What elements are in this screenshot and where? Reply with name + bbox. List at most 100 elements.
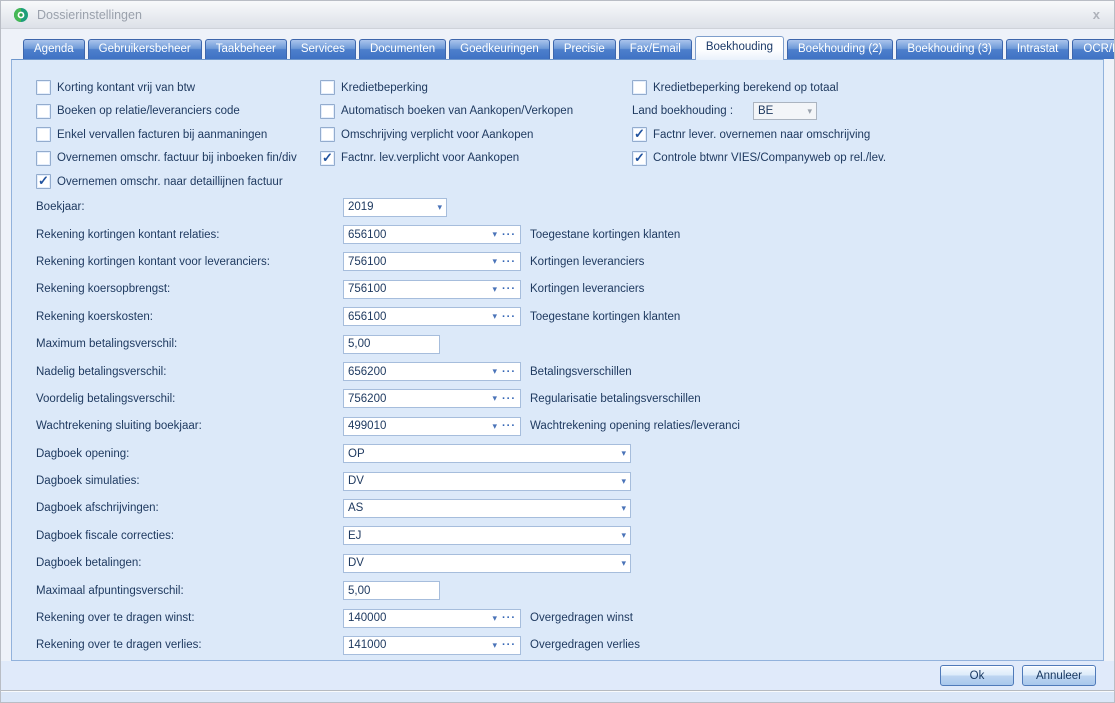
chevron-down-icon: ▾ — [437, 202, 442, 213]
field-label: Boekjaar: — [36, 201, 343, 213]
checkbox-overnemen-omschr-fin-div[interactable] — [36, 151, 51, 166]
checkbox-factnr-lev-verplicht[interactable] — [320, 151, 335, 166]
panel-content: Korting kontant vrij van btw Boeken op r… — [12, 60, 1103, 660]
checkbox-automatisch-boeken[interactable] — [320, 104, 335, 119]
chevron-down-icon: ▾ — [621, 530, 626, 541]
boekjaar-select[interactable]: 2019 ▾ — [343, 198, 447, 217]
dagboek-fiscale-correcties-select[interactable]: EJ ▾ — [343, 526, 631, 545]
dossierinstellingen-dialog: Dossierinstellingen x Agenda Gebruikersb… — [0, 0, 1115, 703]
rekening-koersopbrengst-select[interactable]: 756100 ▾ ··· — [343, 280, 521, 299]
account-description: Toegestane kortingen klanten — [530, 311, 680, 323]
ok-button[interactable]: Ok — [940, 665, 1014, 686]
field-label: Dagboek simulaties: — [36, 475, 343, 487]
selected-value: 656100 — [348, 311, 488, 323]
checkbox-korting-kontant-vrij-btw[interactable] — [36, 80, 51, 95]
checkbox-column-3: Kredietbeperking berekend op totaal Land… — [632, 76, 886, 194]
form-row: Maximum betalingsverschil: — [36, 330, 1103, 357]
form-row: Dagboek opening: OP ▾ — [36, 440, 1103, 467]
form-row: Rekening koerskosten: 656100 ▾ ··· Toege… — [36, 303, 1103, 330]
checkbox-column-2: Kredietbeperking Automatisch boeken van … — [320, 76, 632, 194]
checkbox-column-1: Korting kontant vrij van btw Boeken op r… — [36, 76, 320, 194]
tab-ocr-e-fff[interactable]: OCR/E-FFF — [1072, 39, 1115, 59]
checkbox-omschrijving-verplicht[interactable] — [320, 127, 335, 142]
tab-agenda[interactable]: Agenda — [23, 39, 85, 59]
land-boekhouding-select[interactable]: BE ▾ — [753, 102, 817, 120]
lookup-ellipsis-icon[interactable]: ··· — [502, 420, 516, 432]
dagboek-betalingen-select[interactable]: DV ▾ — [343, 554, 631, 573]
checkbox-boeken-op-relatiecode[interactable] — [36, 104, 51, 119]
tab-fax-email[interactable]: Fax/Email — [619, 39, 692, 59]
field-label: Dagboek betalingen: — [36, 557, 343, 569]
checkbox-factnr-overnemen-omschrijving[interactable] — [632, 127, 647, 142]
tab-intrastat[interactable]: Intrastat — [1006, 39, 1070, 59]
field-label: Voordelig betalingsverschil: — [36, 393, 343, 405]
land-boekhouding-label: Land boekhouding : — [632, 105, 753, 117]
checkbox-enkel-vervallen-facturen[interactable] — [36, 127, 51, 142]
form-row: Nadelig betalingsverschil: 656200 ▾ ··· … — [36, 358, 1103, 385]
form-row: Dagboek afschrijvingen: AS ▾ — [36, 495, 1103, 522]
lookup-ellipsis-icon[interactable]: ··· — [502, 229, 516, 241]
selected-value: 499010 — [348, 420, 488, 432]
account-description: Kortingen leveranciers — [530, 283, 644, 295]
maximum-betalingsverschil-input[interactable] — [343, 335, 440, 354]
voordelig-betalingsverschil-select[interactable]: 756200 ▾ ··· — [343, 389, 521, 408]
lookup-ellipsis-icon[interactable]: ··· — [502, 283, 516, 295]
lookup-ellipsis-icon[interactable]: ··· — [502, 612, 516, 624]
checkbox-label: Enkel vervallen facturen bij aanmaningen — [57, 129, 267, 141]
tab-boekhouding[interactable]: Boekhouding — [695, 36, 784, 60]
chevron-down-icon: ▾ — [807, 106, 812, 117]
field-label: Rekening koersopbrengst: — [36, 283, 343, 295]
tab-boekhouding-2[interactable]: Boekhouding (2) — [787, 39, 893, 59]
account-description: Overgedragen winst — [530, 612, 633, 624]
form-row: Rekening kortingen kontant voor leveranc… — [36, 248, 1103, 275]
selected-value: OP — [348, 448, 617, 460]
tab-documenten[interactable]: Documenten — [359, 39, 446, 59]
checkbox-label: Omschrijving verplicht voor Aankopen — [341, 129, 533, 141]
tab-boekhouding-3[interactable]: Boekhouding (3) — [896, 39, 1002, 59]
field-label: Rekening over te dragen verlies: — [36, 639, 343, 651]
checkbox-kredietbeperking-totaal[interactable] — [632, 80, 647, 95]
dagboek-simulaties-select[interactable]: DV ▾ — [343, 472, 631, 491]
checkbox-label: Factnr lever. overnemen naar omschrijvin… — [653, 129, 870, 141]
selected-value: 2019 — [348, 201, 433, 213]
dagboek-opening-select[interactable]: OP ▾ — [343, 444, 631, 463]
rekening-kortingen-leveranciers-select[interactable]: 756100 ▾ ··· — [343, 252, 521, 271]
boekhouding-tab-panel: Korting kontant vrij van btw Boeken op r… — [11, 59, 1104, 661]
form-row: Dagboek fiscale correcties: EJ ▾ — [36, 522, 1103, 549]
lookup-ellipsis-icon[interactable]: ··· — [502, 311, 516, 323]
selected-value: 756200 — [348, 393, 488, 405]
account-description: Kortingen leveranciers — [530, 256, 644, 268]
account-description: Toegestane kortingen klanten — [530, 229, 680, 241]
lookup-ellipsis-icon[interactable]: ··· — [502, 366, 516, 378]
rekening-over-te-dragen-verlies-select[interactable]: 141000 ▾ ··· — [343, 636, 521, 655]
rekening-kortingen-relaties-select[interactable]: 656100 ▾ ··· — [343, 225, 521, 244]
lookup-ellipsis-icon[interactable]: ··· — [502, 639, 516, 651]
maximaal-afpuntingsverschil-input[interactable] — [343, 581, 440, 600]
annuleer-button[interactable]: Annuleer — [1022, 665, 1096, 686]
lookup-ellipsis-icon[interactable]: ··· — [502, 256, 516, 268]
form-row: Boekjaar: 2019 ▾ — [36, 194, 1103, 221]
rekening-koerskosten-select[interactable]: 656100 ▾ ··· — [343, 307, 521, 326]
nadelig-betalingsverschil-select[interactable]: 656200 ▾ ··· — [343, 362, 521, 381]
chevron-down-icon: ▾ — [492, 284, 497, 295]
field-label: Wachtrekening sluiting boekjaar: — [36, 420, 343, 432]
wachtrekening-sluiting-select[interactable]: 499010 ▾ ··· — [343, 417, 521, 436]
checkbox-controle-btwnr-vies[interactable] — [632, 151, 647, 166]
lookup-ellipsis-icon[interactable]: ··· — [502, 393, 516, 405]
check-row: Overnemen omschr. factuur bij inboeken f… — [36, 147, 320, 171]
checkbox-kredietbeperking[interactable] — [320, 80, 335, 95]
rekening-over-te-dragen-winst-select[interactable]: 140000 ▾ ··· — [343, 609, 521, 628]
close-icon[interactable]: x — [1091, 7, 1102, 22]
form-row: Rekening over te dragen verlies: 141000 … — [36, 632, 1103, 659]
selected-value: 656100 — [348, 229, 488, 241]
tab-precisie[interactable]: Precisie — [553, 39, 616, 59]
tab-gebruikersbeheer[interactable]: Gebruikersbeheer — [88, 39, 202, 59]
checkbox-overnemen-omschr-detaillijnen[interactable] — [36, 174, 51, 189]
tab-goedkeuringen[interactable]: Goedkeuringen — [449, 39, 550, 59]
account-description: Wachtrekening opening relaties/leveranci — [530, 420, 740, 432]
tab-taakbeheer[interactable]: Taakbeheer — [205, 39, 287, 59]
tab-services[interactable]: Services — [290, 39, 356, 59]
dialog-bottom-frame — [1, 690, 1114, 703]
dagboek-afschrijvingen-select[interactable]: AS ▾ — [343, 499, 631, 518]
field-label: Maximaal afpuntingsverschil: — [36, 585, 343, 597]
